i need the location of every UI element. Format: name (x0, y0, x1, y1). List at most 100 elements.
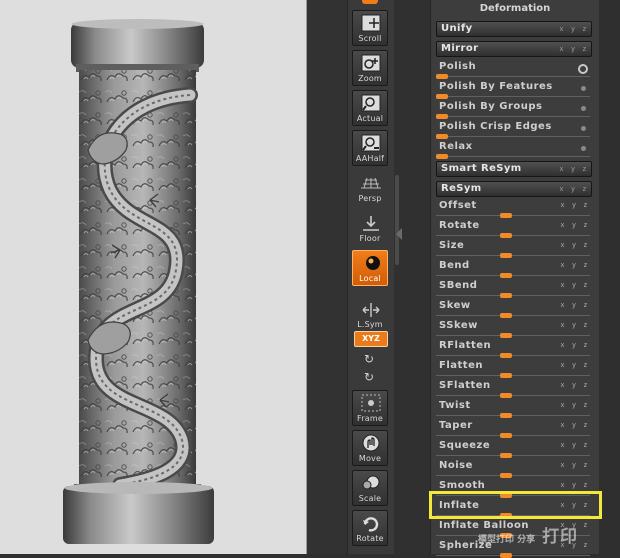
slider-track (436, 395, 590, 396)
polish-slider[interactable]: Polish (436, 60, 592, 79)
slider-track (436, 355, 590, 356)
slider-knob[interactable] (500, 413, 512, 418)
slider-knob[interactable] (500, 433, 512, 438)
axis-toggle[interactable]: x y z (560, 421, 589, 429)
floor-tool-button[interactable]: Floor (352, 210, 388, 246)
smart-resym-button[interactable]: Smart ReSym x y z (436, 161, 592, 177)
slider-knob[interactable] (500, 213, 512, 218)
squeeze-slider[interactable]: Squeeze x y z (436, 439, 592, 458)
deformation-title[interactable]: Deformation (431, 2, 599, 16)
slider-knob[interactable] (500, 253, 512, 258)
move-icon (362, 434, 380, 452)
axis-toggle[interactable]: x y z (560, 361, 589, 369)
slider-track (436, 375, 590, 376)
slider-knob[interactable] (500, 313, 512, 318)
slider-knob[interactable] (436, 134, 448, 139)
skew-slider[interactable]: Skew x y z (436, 299, 592, 318)
flatten-slider[interactable]: Flatten x y z (436, 359, 592, 378)
slider-track (436, 96, 590, 97)
slider-knob[interactable] (500, 293, 512, 298)
axis-toggle[interactable]: x y z (560, 221, 589, 229)
dragon-pillar-model[interactable] (0, 0, 306, 554)
toggle-indicator[interactable] (581, 106, 586, 111)
slider-knob[interactable] (436, 114, 448, 119)
axis-toggle[interactable]: x y z (560, 261, 589, 269)
rotate-slider[interactable]: Rotate x y z (436, 219, 592, 238)
slider-knob[interactable] (500, 353, 512, 358)
axis-toggle[interactable]: x y z (560, 341, 589, 349)
slider-knob[interactable] (500, 333, 512, 338)
panel-scroll-strip[interactable] (394, 0, 430, 554)
rotate-z-icon[interactable]: ↻ (362, 370, 376, 384)
toggle-indicator[interactable] (581, 126, 586, 131)
persp-tool-button[interactable]: Persp (352, 170, 388, 206)
slider-knob[interactable] (436, 74, 448, 79)
xyz-symmetry-button[interactable]: XYZ (354, 331, 388, 347)
scroll-tool-button[interactable]: Scroll (352, 10, 388, 46)
axis-toggle[interactable]: x y z (559, 185, 588, 193)
rotate-y-icon[interactable]: ↻ (362, 352, 376, 366)
slider-knob[interactable] (436, 154, 448, 159)
rotate-tool-button[interactable]: Rotate (352, 510, 388, 546)
sskew-slider[interactable]: SSkew x y z (436, 319, 592, 338)
offset-slider[interactable]: Offset x y z (436, 199, 592, 218)
axis-toggle[interactable]: x y z (560, 481, 589, 489)
axis-toggle[interactable]: x y z (560, 241, 589, 249)
actual-tool-button[interactable]: Actual (352, 90, 388, 126)
local-tool-button[interactable]: Local (352, 250, 388, 286)
slider-knob[interactable] (436, 94, 448, 99)
slider-track (436, 315, 590, 316)
axis-toggle[interactable]: x y z (560, 461, 589, 469)
polish-by-groups-slider[interactable]: Polish By Groups (436, 100, 592, 119)
axis-toggle[interactable]: x y z (560, 281, 589, 289)
twist-slider[interactable]: Twist x y z (436, 399, 592, 418)
polish-by-features-slider[interactable]: Polish By Features (436, 80, 592, 99)
resym-button[interactable]: ReSym x y z (436, 181, 592, 197)
frame-tool-button[interactable]: Frame (352, 390, 388, 426)
zoom-tool-button[interactable]: Zoom (352, 50, 388, 86)
noise-slider[interactable]: Noise x y z (436, 459, 592, 478)
lsym-tool-button[interactable]: L.Sym (352, 296, 388, 332)
move-tool-button[interactable]: Move (352, 430, 388, 466)
slider-knob[interactable] (500, 453, 512, 458)
axis-toggle[interactable]: x y z (559, 25, 588, 33)
collapse-arrow-icon[interactable] (396, 228, 402, 240)
axis-toggle[interactable]: x y z (560, 321, 589, 329)
axis-toggle[interactable]: x y z (560, 201, 589, 209)
taper-label: Taper (439, 420, 473, 431)
size-slider[interactable]: Size x y z (436, 239, 592, 258)
taper-slider[interactable]: Taper x y z (436, 419, 592, 438)
slider-knob[interactable] (500, 373, 512, 378)
slider-knob[interactable] (500, 473, 512, 478)
relax-label: Relax (439, 141, 473, 152)
slider-knob[interactable] (500, 233, 512, 238)
aahalf-tool-button[interactable]: AAHalf (352, 130, 388, 166)
axis-toggle[interactable]: x y z (560, 401, 589, 409)
axis-toggle[interactable]: x y z (560, 381, 589, 389)
mirror-button[interactable]: Mirror x y z (436, 41, 592, 57)
axis-toggle[interactable]: x y z (559, 45, 588, 53)
polish-crisp-edges-label: Polish Crisp Edges (439, 121, 552, 132)
slider-track (436, 215, 590, 216)
slider-knob[interactable] (500, 273, 512, 278)
polish-crisp-edges-slider[interactable]: Polish Crisp Edges (436, 120, 592, 139)
relax-slider[interactable]: Relax (436, 140, 592, 159)
sbend-slider[interactable]: SBend x y z (436, 279, 592, 298)
panel-scroll-thumb[interactable] (395, 175, 399, 265)
axis-toggle[interactable]: x y z (560, 301, 589, 309)
sflatten-slider[interactable]: SFlatten x y z (436, 379, 592, 398)
scale-tool-button[interactable]: Scale (352, 470, 388, 506)
axis-toggle[interactable]: x y z (560, 441, 589, 449)
canvas-viewport[interactable] (0, 0, 307, 554)
toggle-indicator[interactable] (581, 146, 586, 151)
rflatten-slider[interactable]: RFlatten x y z (436, 339, 592, 358)
unify-button[interactable]: Unify x y z (436, 21, 592, 37)
toggle-indicator[interactable] (578, 64, 588, 74)
axis-toggle[interactable]: x y z (559, 165, 588, 173)
bend-slider[interactable]: Bend x y z (436, 259, 592, 278)
toggle-indicator[interactable] (581, 86, 586, 91)
lsym-tool-label: L.Sym (357, 320, 383, 329)
slider-knob[interactable] (500, 393, 512, 398)
slider-track (436, 255, 590, 256)
slider-track (436, 335, 590, 336)
